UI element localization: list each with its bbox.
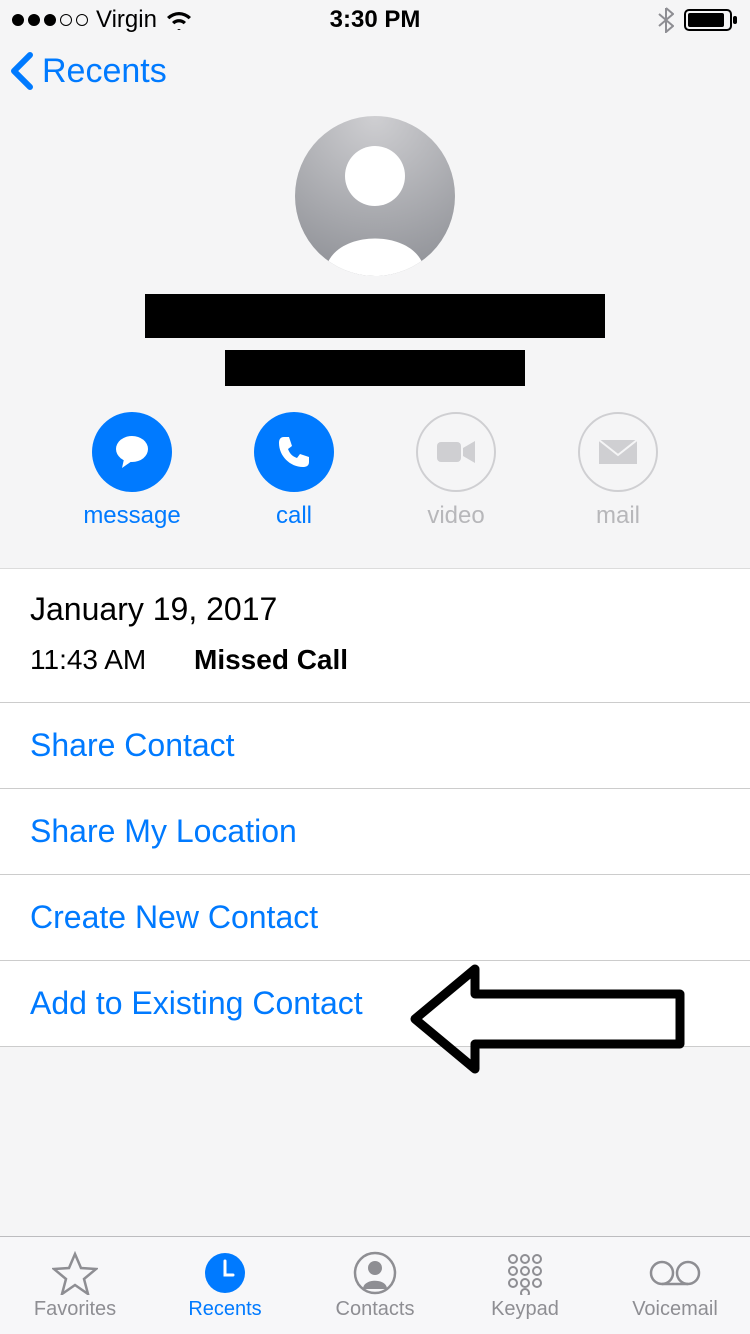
mail-icon: [597, 437, 639, 467]
tab-favorites[interactable]: Favorites: [5, 1250, 145, 1321]
tab-bar: Favorites Recents Contacts Keypad Voicem…: [0, 1236, 750, 1334]
annotation-arrow-icon: [400, 954, 700, 1094]
nav-bar: Recents: [0, 40, 750, 116]
video-label: video: [427, 502, 484, 530]
carrier-label: Virgin: [96, 6, 157, 34]
chevron-left-icon: [8, 51, 36, 91]
mail-label: mail: [596, 502, 640, 530]
tab-voicemail[interactable]: Voicemail: [605, 1250, 745, 1321]
share-contact-row[interactable]: Share Contact: [0, 702, 750, 788]
video-action: video: [411, 412, 501, 530]
tab-voicemail-label: Voicemail: [632, 1298, 718, 1321]
back-button[interactable]: Recents: [8, 51, 167, 91]
share-location-row[interactable]: Share My Location: [0, 788, 750, 874]
tab-keypad[interactable]: Keypad: [455, 1250, 595, 1321]
create-contact-row[interactable]: Create New Contact: [0, 874, 750, 960]
tab-contacts[interactable]: Contacts: [305, 1250, 445, 1321]
tab-favorites-label: Favorites: [34, 1298, 116, 1321]
person-silhouette-icon: [295, 116, 455, 276]
voicemail-icon: [648, 1259, 702, 1287]
status-bar: Virgin 3:30 PM: [0, 0, 750, 40]
call-label: call: [276, 502, 312, 530]
contact-header: message call video mail: [0, 116, 750, 554]
call-log-row: 11:43 AM Missed Call: [30, 644, 720, 696]
call-log-date: January 19, 2017: [30, 591, 720, 628]
message-icon: [112, 432, 152, 472]
tab-recents-label: Recents: [188, 1298, 261, 1321]
action-row: message call video mail: [87, 412, 663, 530]
video-icon: [435, 438, 477, 466]
star-icon: [52, 1251, 98, 1295]
tab-keypad-label: Keypad: [491, 1298, 559, 1321]
message-label: message: [83, 502, 180, 530]
contact-icon: [353, 1251, 397, 1295]
phone-icon: [274, 432, 314, 472]
clock-icon: [203, 1251, 247, 1295]
bluetooth-icon: [658, 7, 674, 33]
call-log-type: Missed Call: [194, 644, 348, 676]
contact-name-redacted: [145, 294, 605, 338]
call-log-time: 11:43 AM: [30, 644, 170, 676]
message-action[interactable]: message: [87, 412, 177, 530]
status-time: 3:30 PM: [330, 6, 421, 34]
tab-recents[interactable]: Recents: [155, 1250, 295, 1321]
call-action[interactable]: call: [249, 412, 339, 530]
avatar: [295, 116, 455, 276]
battery-icon: [684, 8, 738, 32]
contact-number-redacted: [225, 350, 525, 386]
tab-contacts-label: Contacts: [336, 1298, 415, 1321]
signal-strength-icon: [12, 14, 88, 26]
back-label: Recents: [42, 52, 167, 91]
wifi-icon: [165, 10, 193, 30]
mail-action: mail: [573, 412, 663, 530]
keypad-icon: [503, 1251, 547, 1295]
